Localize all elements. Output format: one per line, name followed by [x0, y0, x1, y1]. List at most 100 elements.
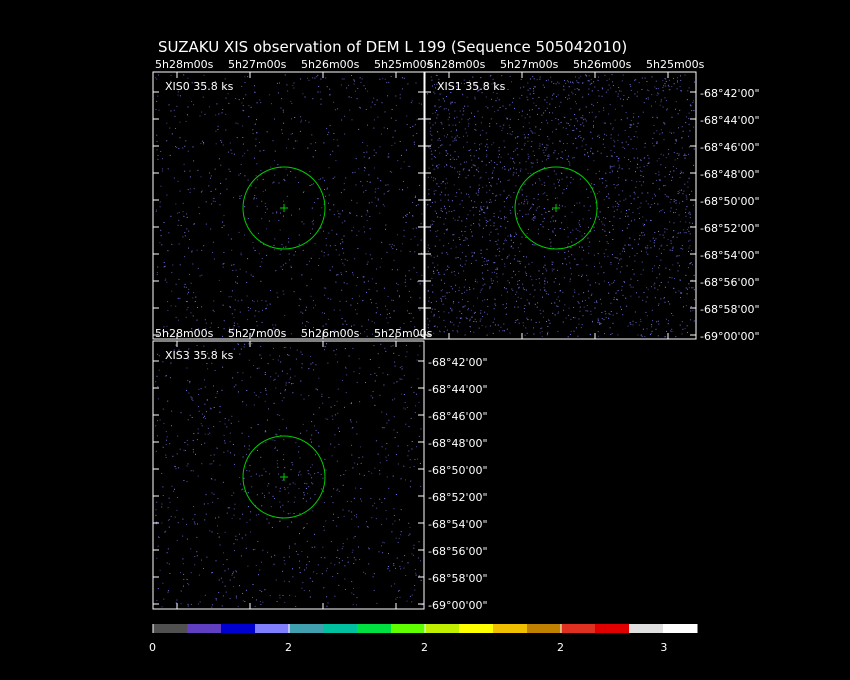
event-point [306, 564, 308, 566]
event-point [405, 279, 406, 281]
event-point [526, 199, 528, 201]
event-point [342, 210, 344, 212]
event-point [266, 518, 268, 520]
event-point [209, 463, 211, 465]
event-point [677, 232, 679, 234]
event-point [685, 274, 687, 276]
event-point [274, 448, 276, 449]
event-point [387, 454, 389, 456]
event-point [385, 456, 387, 458]
event-point [672, 246, 674, 248]
event-point [516, 142, 518, 144]
event-point [299, 457, 301, 459]
event-point [420, 485, 422, 487]
event-point [273, 379, 275, 381]
event-point [611, 171, 613, 173]
event-point [368, 157, 370, 159]
event-point [279, 82, 280, 84]
event-point [574, 114, 576, 115]
event-point [250, 308, 251, 309]
event-point [689, 239, 691, 241]
event-point [572, 143, 574, 145]
event-point [518, 260, 520, 262]
event-point [468, 196, 470, 198]
event-point [339, 300, 341, 302]
event-point [569, 262, 571, 264]
event-point [642, 328, 644, 330]
event-point [196, 551, 198, 553]
event-point [580, 117, 582, 119]
event-point [557, 305, 559, 307]
event-point [467, 105, 469, 107]
event-point [504, 218, 505, 220]
event-point [223, 215, 225, 217]
event-point [594, 307, 596, 309]
event-point [159, 419, 161, 421]
event-point [222, 595, 224, 597]
event-point [447, 253, 449, 255]
event-point [366, 263, 368, 265]
event-point [532, 150, 534, 152]
event-point [256, 132, 258, 134]
event-point [486, 334, 488, 336]
event-point [160, 151, 162, 152]
event-point [521, 194, 523, 196]
event-point [548, 154, 550, 156]
event-point [626, 117, 628, 119]
event-point [374, 467, 376, 469]
event-point [179, 121, 181, 123]
event-point [434, 150, 436, 152]
event-point [363, 474, 365, 476]
event-point [312, 510, 314, 512]
event-point [265, 388, 267, 390]
event-point [247, 307, 249, 308]
event-point [677, 270, 679, 272]
event-point [536, 161, 538, 163]
event-point [211, 463, 213, 465]
event-point [159, 569, 161, 571]
event-point [183, 74, 185, 76]
event-point [187, 150, 189, 152]
event-point [589, 284, 591, 286]
event-point [186, 579, 188, 580]
event-point [600, 303, 602, 305]
event-point [527, 228, 529, 230]
event-point [433, 315, 435, 317]
event-point [226, 426, 228, 428]
event-point [583, 138, 585, 140]
event-point [675, 291, 677, 293]
event-point [537, 198, 539, 200]
event-point [634, 311, 636, 313]
event-point [467, 125, 469, 127]
event-point [352, 226, 354, 228]
event-point [309, 596, 311, 598]
event-point [184, 450, 186, 451]
event-point [387, 296, 389, 297]
event-point [204, 403, 206, 405]
event-point [634, 193, 636, 195]
event-point [618, 167, 620, 169]
event-point [342, 543, 344, 545]
event-point [314, 473, 316, 475]
event-point [246, 404, 248, 406]
event-point [175, 128, 176, 129]
event-point [291, 214, 292, 216]
event-point [159, 201, 161, 203]
event-point [581, 247, 583, 249]
event-point [457, 331, 459, 333]
event-point [410, 296, 412, 298]
event-point [337, 427, 339, 429]
event-point [233, 543, 235, 545]
event-point [450, 165, 452, 167]
event-point [182, 518, 184, 520]
event-point [535, 182, 536, 184]
event-point [482, 316, 484, 317]
event-points [155, 74, 423, 337]
event-point [412, 317, 414, 319]
event-point [654, 245, 655, 247]
event-point [293, 501, 295, 503]
event-point [155, 514, 157, 516]
event-point [563, 89, 565, 91]
event-point [577, 230, 579, 231]
event-point [354, 258, 356, 260]
